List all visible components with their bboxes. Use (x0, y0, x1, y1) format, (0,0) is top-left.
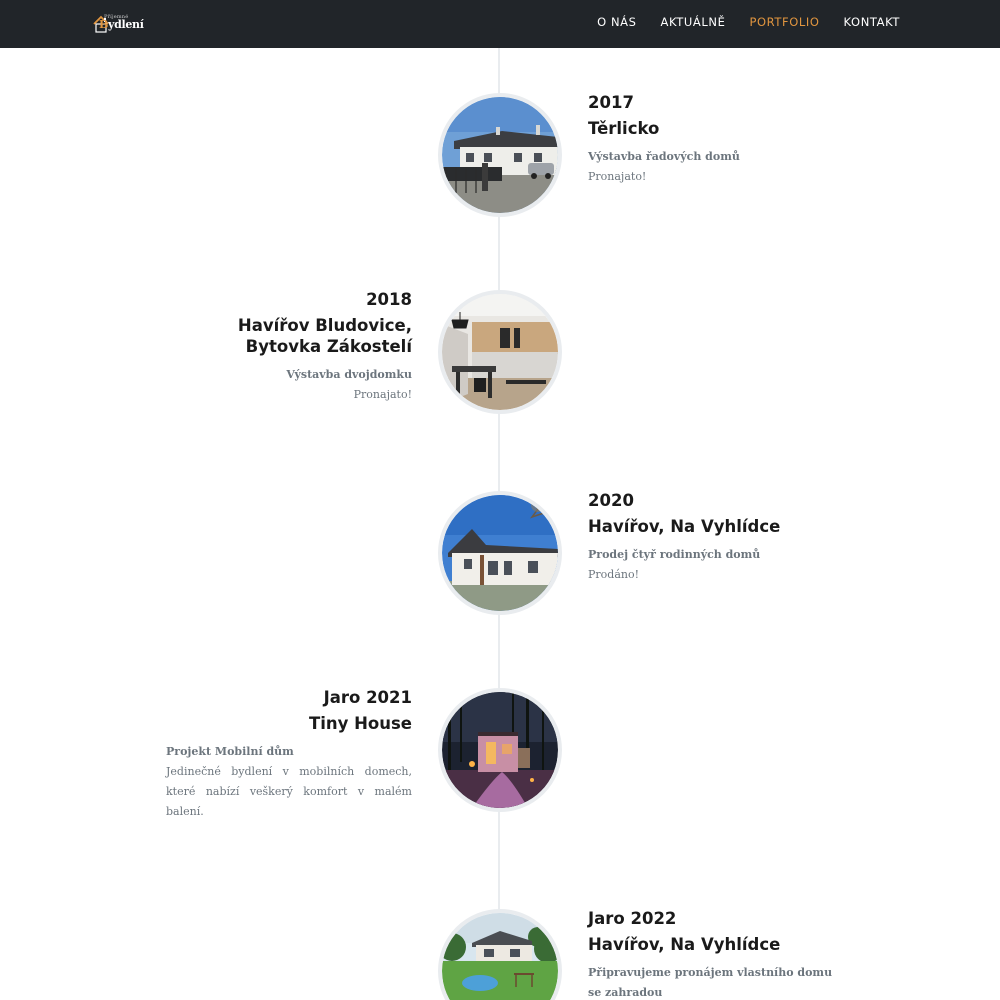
timeline-year: 2017 (588, 93, 634, 112)
timeline-subtitle: Výstavba dvojdomku (286, 368, 412, 381)
kitchen-interior-photo (442, 294, 558, 410)
timeline-title: Těrlicko (588, 119, 660, 138)
timeline-image-house-garden (438, 909, 562, 1000)
site-logo[interactable]: Příjemné Bydlení (93, 13, 144, 33)
timeline-status: Pronajato! (353, 388, 412, 401)
timeline-entry-2022: Jaro 2022 Havířov, Na Vyhlídce Připravuj… (588, 906, 834, 1000)
family-house-photo (442, 495, 558, 611)
main-nav: O NÁS AKTUÁLNĚ PORTFOLIO KONTAKT (597, 15, 900, 29)
timeline-description: Jedinečné bydlení v mobilních domech, kt… (166, 765, 412, 818)
timeline-subtitle: Projekt Mobilní dům (166, 745, 294, 758)
timeline-year: Jaro 2022 (588, 909, 677, 928)
timeline-image-family-house (438, 491, 562, 615)
nav-item-o-nas[interactable]: O NÁS (597, 15, 636, 29)
nav-item-aktualne[interactable]: AKTUÁLNĚ (661, 15, 726, 29)
timeline-entry-2021: Jaro 2021 Tiny House Projekt Mobilní dům… (166, 685, 412, 822)
logo-wordmark: Bydlení (99, 18, 144, 31)
timeline-entry-2020: 2020 Havířov, Na Vyhlídce Prodej čtyř ro… (588, 488, 780, 585)
timeline-image-tiny-house (438, 688, 562, 812)
nav-item-kontakt[interactable]: KONTAKT (844, 15, 900, 29)
house-garden-render (442, 913, 558, 1000)
timeline-title-line-2: Bytovka Zákostelí (245, 337, 412, 356)
navbar: Příjemné Bydlení O NÁS AKTUÁLNĚ PORTFOLI… (0, 0, 1000, 48)
row-houses-photo (442, 97, 558, 213)
timeline-image-kitchen (438, 290, 562, 414)
tiny-house-photo (442, 692, 558, 808)
timeline-entry-2018: 2018 Havířov Bludovice, Bytovka Zákostel… (238, 287, 412, 405)
timeline-title: Tiny House (308, 714, 412, 733)
timeline-subtitle: Prodej čtyř rodinných domů (588, 548, 761, 561)
timeline-year: 2020 (588, 491, 634, 510)
timeline-title: Havířov, Na Vyhlídce (588, 935, 781, 954)
timeline-year: Jaro 2021 (323, 688, 412, 707)
timeline-status: Pronajato! (588, 170, 647, 183)
timeline-subtitle: Výstavba řadových domů (588, 150, 740, 163)
timeline-entry-2017: 2017 Těrlicko Výstavba řadových domů Pro… (588, 90, 740, 187)
timeline-image-row-houses (438, 93, 562, 217)
timeline-year: 2018 (366, 290, 412, 309)
timeline-subtitle: Připravujeme pronájem vlastního domu se … (588, 966, 833, 999)
timeline-status: Prodáno! (588, 568, 640, 581)
nav-item-portfolio[interactable]: PORTFOLIO (749, 15, 819, 29)
timeline-title: Havířov, Na Vyhlídce (588, 517, 781, 536)
